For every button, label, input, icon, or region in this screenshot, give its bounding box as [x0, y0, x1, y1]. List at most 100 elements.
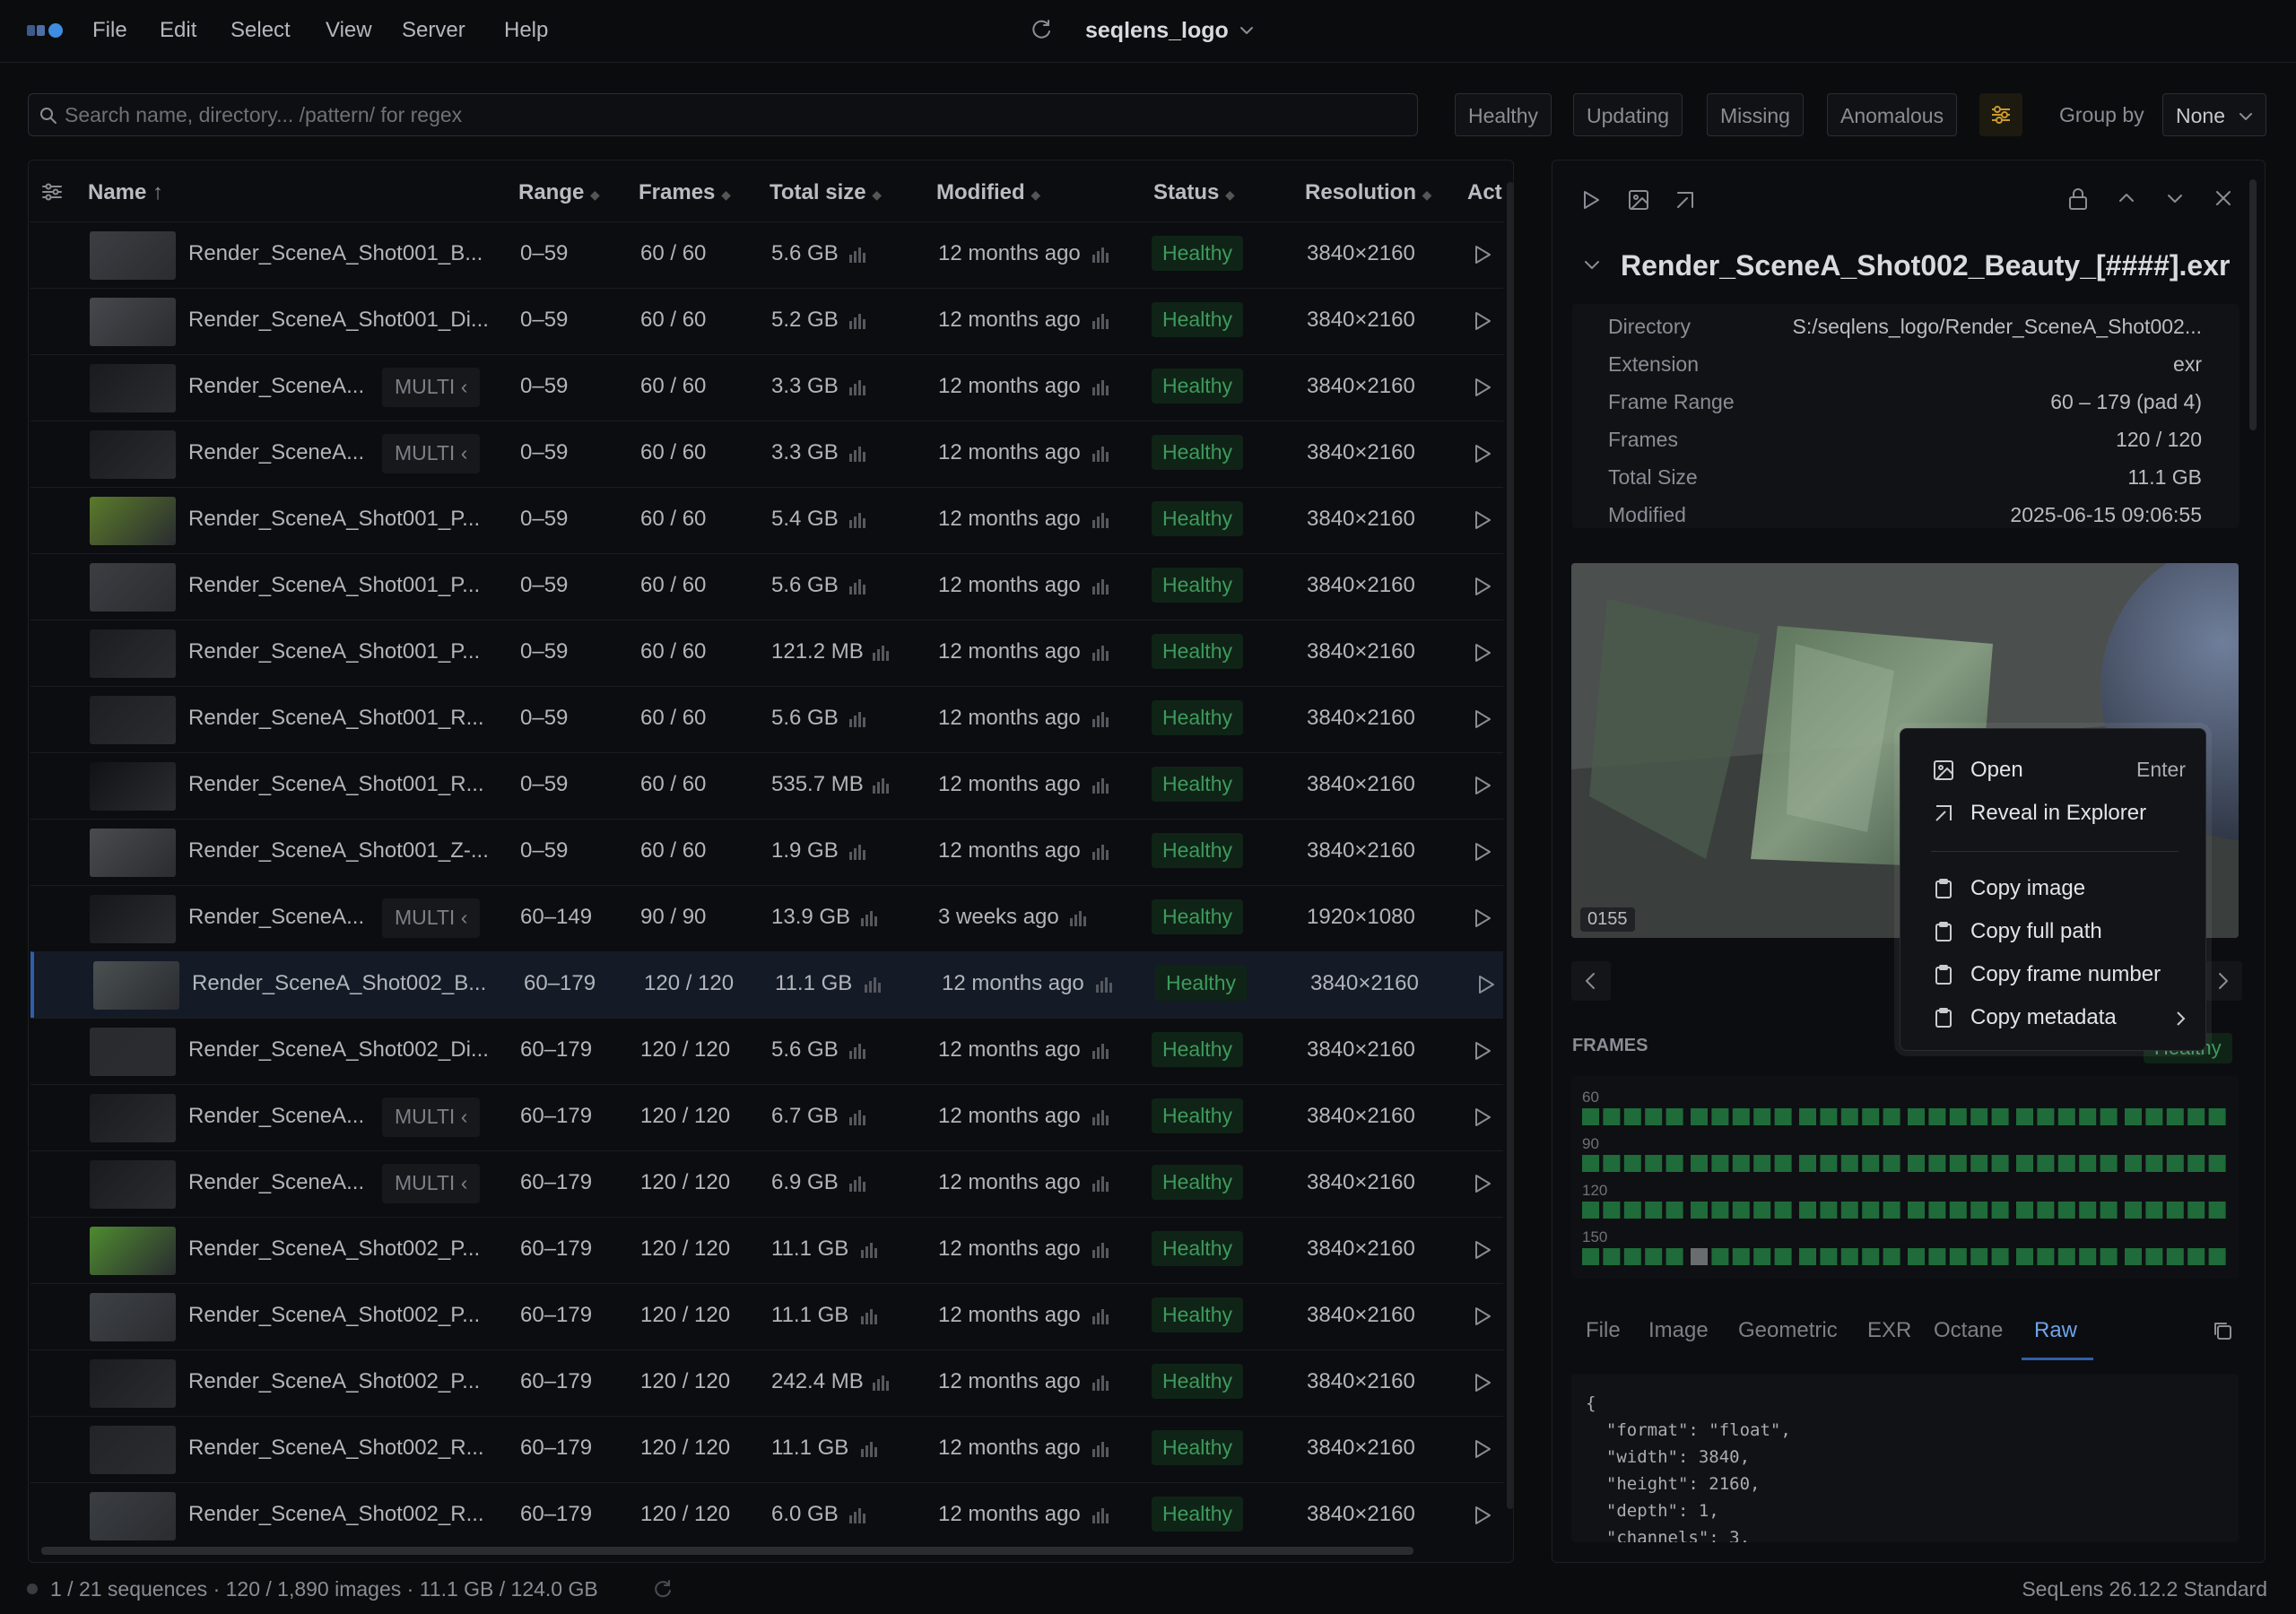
menu-select[interactable]: Select	[230, 18, 291, 43]
history-chart-icon[interactable]	[1091, 1175, 1109, 1193]
tab-geometric[interactable]: Geometric	[1738, 1318, 1838, 1343]
history-chart-icon[interactable]	[1091, 246, 1109, 264]
chevron-down-icon[interactable]	[2166, 193, 2184, 205]
table-row[interactable]: Render_SceneA_Shot001_P... 0–59 60 / 60 5.4…	[30, 487, 1503, 553]
table-row[interactable]: Render_SceneA_Shot001_Z-... 0–59 60 / 60 1.…	[30, 819, 1503, 885]
tab-exr[interactable]: EXR	[1867, 1318, 1911, 1343]
filter-anomalous[interactable]: Anomalous	[1827, 93, 1958, 136]
project-title[interactable]: seqlens_logo	[1085, 18, 1229, 44]
size-chart-icon[interactable]	[848, 1042, 866, 1060]
column-header-name[interactable]: Name ↑	[88, 180, 163, 205]
table-row[interactable]: Render_SceneA... MULTI ‹ 60–179 120 / 120 6.…	[30, 1150, 1503, 1217]
size-chart-icon[interactable]	[872, 777, 890, 794]
table-row[interactable]: Render_SceneA_Shot002_Di... 60–179 120 / 1…	[30, 1018, 1503, 1084]
previous-frame-button[interactable]	[1571, 961, 1611, 1001]
menu-view[interactable]: View	[326, 18, 372, 43]
context-menu-item-reveal-in-explorer[interactable]: Reveal in Explorer	[1900, 794, 2205, 833]
chevron-up-icon[interactable]	[2118, 191, 2135, 204]
play-icon[interactable]	[1581, 189, 1601, 211]
filter-missing[interactable]: Missing	[1707, 93, 1804, 136]
column-header-frames[interactable]: Frames ◆	[639, 180, 731, 205]
tab-image[interactable]: Image	[1648, 1318, 1709, 1343]
size-chart-icon[interactable]	[860, 1440, 878, 1458]
external-link-icon[interactable]	[1674, 189, 1696, 211]
search-input[interactable]: Search name, directory... /pattern/ for …	[28, 93, 1418, 136]
close-icon[interactable]	[2214, 189, 2232, 207]
play-icon[interactable]	[1473, 1040, 1492, 1062]
size-chart-icon[interactable]	[860, 1307, 878, 1325]
history-chart-icon[interactable]	[1091, 644, 1109, 662]
table-row[interactable]: Render_SceneA... MULTI ‹ 0–59 60 / 60 3.3 GB…	[30, 421, 1503, 487]
column-header-total-size[interactable]: Total size ◆	[770, 180, 882, 205]
column-header-actions[interactable]: Act	[1467, 180, 1502, 205]
size-chart-icon[interactable]	[848, 710, 866, 728]
column-header-status[interactable]: Status ◆	[1153, 180, 1235, 205]
tab-file[interactable]: File	[1586, 1318, 1621, 1343]
filter-healthy[interactable]: Healthy	[1455, 93, 1552, 136]
frame-cells[interactable]	[1571, 1202, 2239, 1219]
filter-settings-button[interactable]	[1979, 93, 2022, 136]
table-row[interactable]: Render_SceneA_Shot001_R... 0–59 60 / 60 5.6…	[30, 686, 1503, 752]
history-chart-icon[interactable]	[1095, 976, 1113, 994]
lock-icon[interactable]	[2067, 187, 2089, 211]
table-row[interactable]: Render_SceneA_Shot002_B... 60–179 120 / 12…	[30, 951, 1503, 1018]
menu-file[interactable]: File	[92, 18, 127, 43]
menu-edit[interactable]: Edit	[160, 18, 196, 43]
context-menu-item-copy-full-path[interactable]: Copy full path	[1900, 912, 2205, 951]
multi-badge[interactable]: MULTI ‹	[382, 368, 481, 407]
play-icon[interactable]	[1473, 244, 1492, 265]
size-chart-icon[interactable]	[872, 644, 890, 662]
context-menu-item-copy-metadata[interactable]: Copy metadata	[1900, 998, 2205, 1037]
size-chart-icon[interactable]	[848, 1506, 866, 1524]
image-icon[interactable]	[1628, 189, 1649, 211]
refresh-icon[interactable]	[1030, 18, 1053, 41]
frame-cells[interactable]	[1571, 1108, 2239, 1126]
play-icon[interactable]	[1473, 1173, 1492, 1194]
frame-cells[interactable]	[1571, 1248, 2239, 1266]
play-icon[interactable]	[1476, 974, 1496, 995]
history-chart-icon[interactable]	[1091, 1042, 1109, 1060]
size-chart-icon[interactable]	[848, 312, 866, 330]
history-chart-icon[interactable]	[1091, 312, 1109, 330]
play-icon[interactable]	[1473, 1239, 1492, 1261]
table-row[interactable]: Render_SceneA_Shot002_P... 60–179 120 / 12…	[30, 1283, 1503, 1349]
play-icon[interactable]	[1473, 775, 1492, 796]
panel-scrollbar[interactable]	[2249, 179, 2257, 430]
table-row[interactable]: Render_SceneA_Shot001_P... 0–59 60 / 60 121…	[30, 620, 1503, 686]
size-chart-icon[interactable]	[848, 378, 866, 396]
tab-octane[interactable]: Octane	[1934, 1318, 2003, 1343]
table-row[interactable]: Render_SceneA_Shot002_P... 60–179 120 / 12…	[30, 1349, 1503, 1416]
collapse-chevron-icon[interactable]	[1583, 259, 1601, 272]
play-icon[interactable]	[1473, 1372, 1492, 1393]
chevron-down-icon[interactable]	[1239, 25, 1254, 36]
column-header-modified[interactable]: Modified ◆	[936, 180, 1040, 205]
multi-badge[interactable]: MULTI ‹	[382, 1164, 481, 1203]
menu-server[interactable]: Server	[402, 18, 465, 43]
play-icon[interactable]	[1473, 1306, 1492, 1327]
table-row[interactable]: Render_SceneA_Shot002_P... 60–179 120 / 12…	[30, 1217, 1503, 1283]
column-header-resolution[interactable]: Resolution ◆	[1305, 180, 1431, 205]
column-header-range[interactable]: Range ◆	[518, 180, 600, 205]
table-row[interactable]: Render_SceneA_Shot001_B... 0–59 60 / 60 5.6…	[30, 221, 1503, 288]
history-chart-icon[interactable]	[1091, 445, 1109, 463]
play-icon[interactable]	[1473, 841, 1492, 863]
size-chart-icon[interactable]	[848, 577, 866, 595]
table-row[interactable]: Render_SceneA... MULTI ‹ 0–59 60 / 60 3.3 GB…	[30, 354, 1503, 421]
size-chart-icon[interactable]	[864, 976, 882, 994]
play-icon[interactable]	[1473, 642, 1492, 664]
filter-updating[interactable]: Updating	[1573, 93, 1683, 136]
play-icon[interactable]	[1473, 310, 1492, 332]
size-chart-icon[interactable]	[848, 1175, 866, 1193]
group-by-select[interactable]: None	[2162, 93, 2266, 136]
table-row[interactable]: Render_SceneA_Shot001_R... 0–59 60 / 60 535…	[30, 752, 1503, 819]
multi-badge[interactable]: MULTI ‹	[382, 434, 481, 473]
history-chart-icon[interactable]	[1091, 1506, 1109, 1524]
vertical-scrollbar[interactable]	[1507, 182, 1513, 1509]
table-row[interactable]: Render_SceneA_Shot002_R... 60–179 120 / 12…	[30, 1482, 1503, 1549]
history-chart-icon[interactable]	[1091, 1307, 1109, 1325]
size-chart-icon[interactable]	[848, 511, 866, 529]
play-icon[interactable]	[1473, 1438, 1492, 1460]
copy-icon[interactable]	[2212, 1320, 2233, 1341]
horizontal-scrollbar[interactable]	[41, 1547, 1413, 1555]
table-row[interactable]: Render_SceneA_Shot001_Di... 0–59 60 / 60 5.…	[30, 288, 1503, 354]
